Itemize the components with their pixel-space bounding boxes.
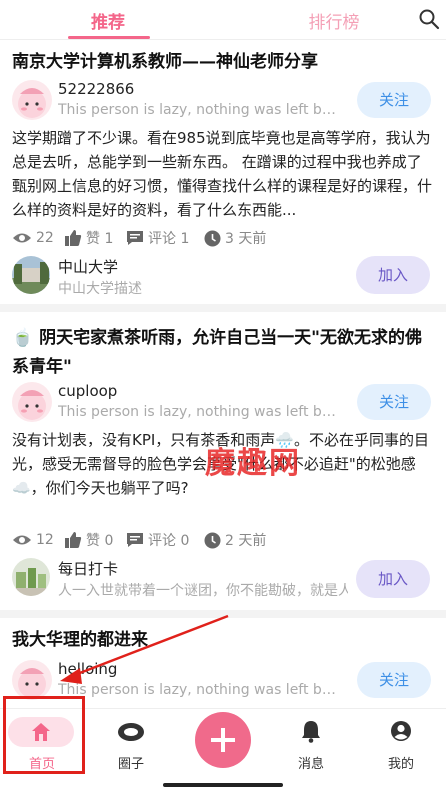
time-stat: 3 天前	[204, 228, 266, 248]
search-icon[interactable]	[418, 8, 440, 30]
eye-icon	[13, 535, 31, 545]
nav-messages-label: 消息	[297, 757, 324, 772]
nav-circle[interactable]: 圈子	[89, 709, 173, 781]
post-content[interactable]: 这学期蹭了不少课。看在985说到底毕竟也是高等学府，我认为总是去听，总能学到一些…	[12, 126, 434, 222]
clock-icon	[204, 230, 221, 246]
bell-icon	[302, 721, 320, 743]
time-stat: 2 天前	[204, 530, 266, 550]
views-stat: 12	[12, 530, 54, 550]
user-icon	[391, 721, 411, 741]
feed-divider	[0, 304, 446, 312]
home-indicator	[163, 783, 283, 787]
post-card[interactable]: 南京大学计算机系教师——神仙老师分享 52222866 This person …	[0, 40, 446, 302]
comment-button[interactable]: 评论 0	[126, 530, 189, 550]
nav-circle-label: 圈子	[117, 757, 144, 772]
thumbs-up-icon	[65, 532, 82, 548]
thumbs-up-icon	[65, 230, 82, 246]
nav-mine-label: 我的	[387, 757, 414, 772]
active-tab-indicator	[68, 36, 150, 39]
join-group-button[interactable]: 加入	[356, 256, 430, 294]
circle-icon	[118, 723, 144, 741]
username[interactable]: helloing	[58, 660, 117, 678]
post-title[interactable]: 我大华理的都进来	[12, 626, 432, 655]
create-post-button[interactable]	[195, 712, 251, 768]
join-group-button[interactable]: 加入	[356, 560, 430, 598]
group-description: 中山大学描述	[58, 281, 142, 297]
follow-button[interactable]: 关注	[357, 384, 431, 420]
follow-button[interactable]: 关注	[357, 662, 431, 698]
views-count: 12	[36, 532, 54, 548]
views-stat: 22	[12, 228, 54, 248]
like-button[interactable]: 赞 1	[64, 228, 113, 248]
post-stats: 12 赞 0 评论 0 2 天前	[12, 530, 312, 550]
annotation-highlight-box	[3, 696, 85, 774]
user-bio: This person is lazy, nothing was left be…	[58, 404, 343, 420]
post-card[interactable]: 我大华理的都进来 helloing This person is lazy, n…	[0, 618, 446, 708]
group-avatar[interactable]	[12, 558, 50, 596]
post-time: 2 天前	[225, 533, 267, 549]
tab-recommend[interactable]: 推荐	[88, 8, 128, 33]
group-description: 人一入世就带着一个谜团，你不能勘破，就是人生	[58, 583, 348, 599]
username[interactable]: cuploop	[58, 382, 117, 400]
post-title[interactable]: 南京大学计算机系教师——神仙老师分享	[12, 48, 432, 77]
group-name[interactable]: 每日打卡	[58, 558, 118, 579]
comment-icon	[127, 533, 143, 547]
likes-count: 赞 1	[86, 231, 114, 247]
user-bio: This person is lazy, nothing was left be…	[58, 682, 343, 698]
views-count: 22	[36, 230, 54, 246]
comments-count: 评论 0	[148, 533, 190, 549]
follow-button[interactable]: 关注	[357, 82, 431, 118]
watermark-text: 魔趣网	[205, 446, 301, 481]
post-stats: 22 赞 1 评论 1 3 天前	[12, 228, 312, 248]
eye-icon	[13, 233, 31, 243]
nav-mine[interactable]: 我的	[359, 709, 443, 781]
username[interactable]: 52222866	[58, 80, 134, 98]
like-button[interactable]: 赞 0	[64, 530, 113, 550]
post-time: 3 天前	[225, 231, 267, 247]
clock-icon	[204, 532, 221, 548]
post-title[interactable]: 🍵 阴天宅家煮茶听雨，允许自己当一天"无欲无求的佛系青年"	[12, 324, 432, 382]
avatar[interactable]	[12, 660, 52, 700]
comment-button[interactable]: 评论 1	[126, 228, 189, 248]
comment-icon	[127, 231, 143, 245]
plus-icon	[211, 728, 235, 752]
user-bio: This person is lazy, nothing was left be…	[58, 102, 343, 118]
tab-ranking[interactable]: 排行榜	[306, 8, 362, 33]
avatar[interactable]	[12, 382, 52, 422]
likes-count: 赞 0	[86, 533, 114, 549]
comments-count: 评论 1	[148, 231, 190, 247]
feed-divider	[0, 610, 446, 618]
top-tab-bar: 推荐 排行榜	[0, 0, 446, 40]
nav-messages[interactable]: 消息	[269, 709, 353, 781]
group-name[interactable]: 中山大学	[58, 256, 118, 277]
avatar[interactable]	[12, 80, 52, 120]
group-avatar[interactable]	[12, 256, 50, 294]
